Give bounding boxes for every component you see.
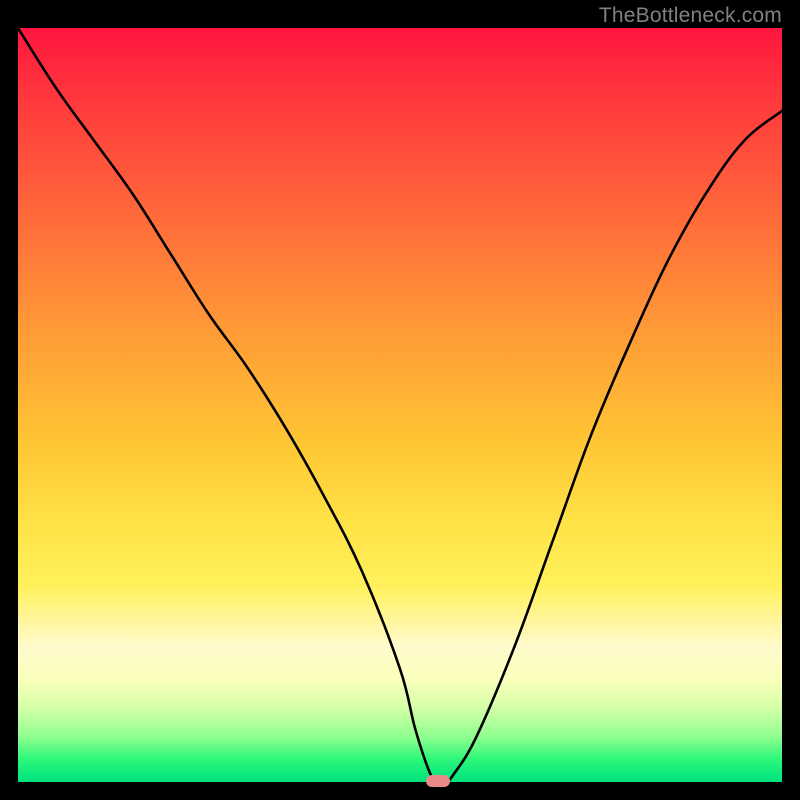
optimal-point-marker (426, 775, 450, 787)
plot-area (18, 28, 782, 782)
bottleneck-curve (18, 28, 782, 782)
watermark-text: TheBottleneck.com (599, 4, 782, 28)
chart-frame: TheBottleneck.com (0, 0, 800, 800)
